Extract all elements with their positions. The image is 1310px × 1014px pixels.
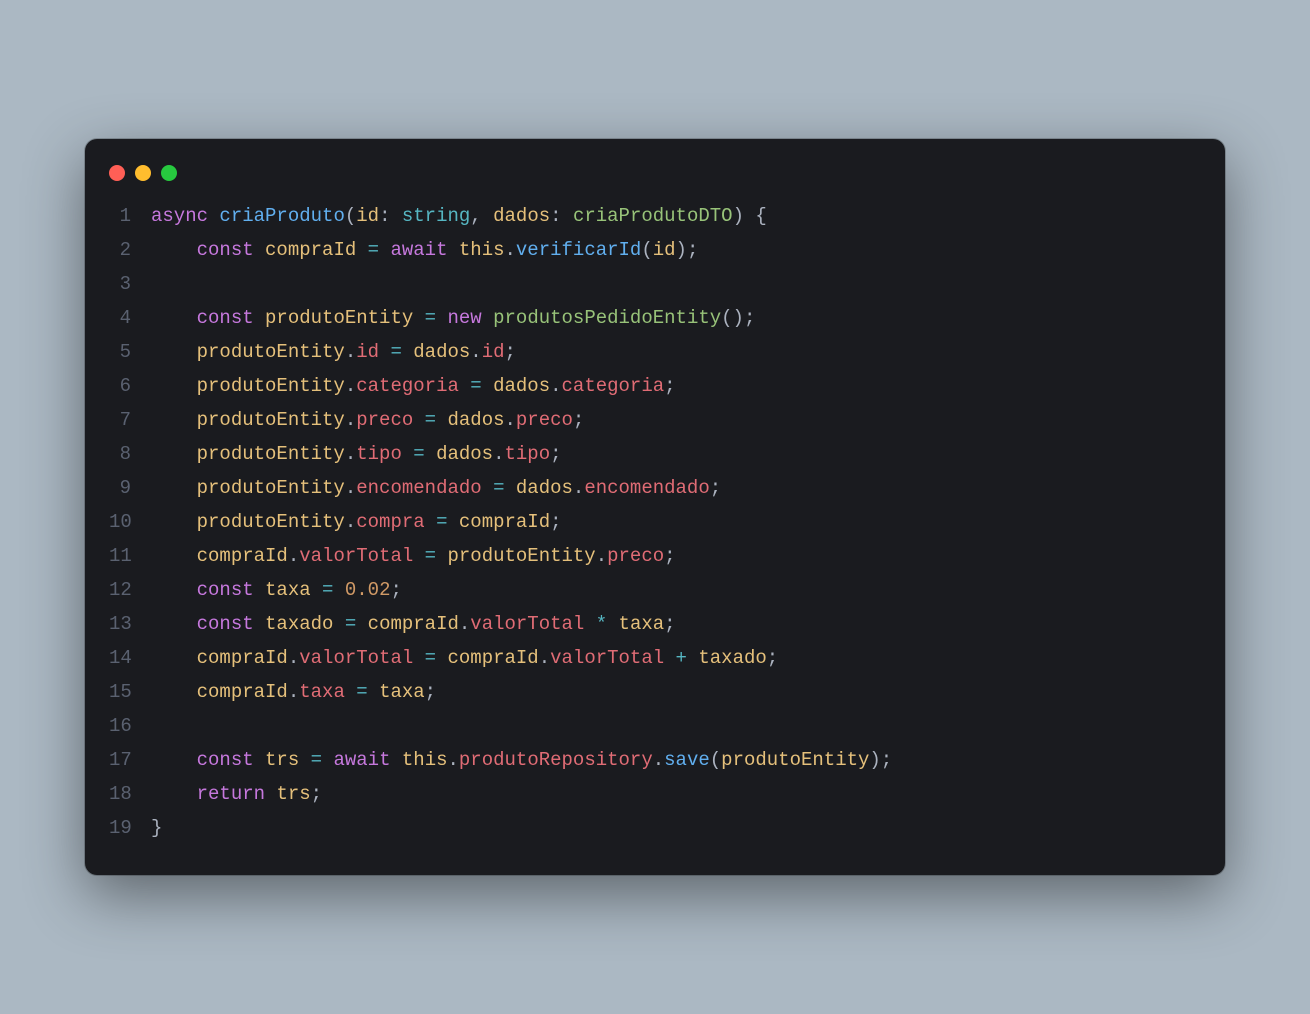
code-line[interactable]: produtoEntity.categoria = dados.categori… — [151, 369, 892, 403]
line-number: 16 — [109, 709, 131, 743]
line-number: 9 — [109, 471, 131, 505]
code-line[interactable]: const taxa = 0.02; — [151, 573, 892, 607]
code-line[interactable]: return trs; — [151, 777, 892, 811]
line-number: 4 — [109, 301, 131, 335]
code-line[interactable]: compraId.taxa = taxa; — [151, 675, 892, 709]
line-number: 2 — [109, 233, 131, 267]
code-line[interactable]: } — [151, 811, 892, 845]
code-line[interactable]: compraId.valorTotal = produtoEntity.prec… — [151, 539, 892, 573]
line-number: 5 — [109, 335, 131, 369]
maximize-icon[interactable] — [161, 165, 177, 181]
code-line[interactable]: produtoEntity.encomendado = dados.encome… — [151, 471, 892, 505]
line-number: 12 — [109, 573, 131, 607]
code-window: 12345678910111213141516171819 async cria… — [85, 139, 1225, 875]
line-number: 13 — [109, 607, 131, 641]
code-line[interactable]: compraId.valorTotal = compraId.valorTota… — [151, 641, 892, 675]
code-line[interactable]: produtoEntity.tipo = dados.tipo; — [151, 437, 892, 471]
minimize-icon[interactable] — [135, 165, 151, 181]
line-number: 19 — [109, 811, 131, 845]
close-icon[interactable] — [109, 165, 125, 181]
code-line[interactable]: produtoEntity.id = dados.id; — [151, 335, 892, 369]
code-line[interactable] — [151, 709, 892, 743]
code-line[interactable]: produtoEntity.compra = compraId; — [151, 505, 892, 539]
line-number: 10 — [109, 505, 131, 539]
line-number: 3 — [109, 267, 131, 301]
line-number-gutter: 12345678910111213141516171819 — [109, 199, 151, 845]
code-line[interactable]: const produtoEntity = new produtosPedido… — [151, 301, 892, 335]
line-number: 11 — [109, 539, 131, 573]
code-line[interactable]: const compraId = await this.verificarId(… — [151, 233, 892, 267]
line-number: 7 — [109, 403, 131, 437]
code-content[interactable]: async criaProduto(id: string, dados: cri… — [151, 199, 892, 845]
code-line[interactable]: async criaProduto(id: string, dados: cri… — [151, 199, 892, 233]
code-line[interactable]: const trs = await this.produtoRepository… — [151, 743, 892, 777]
window-titlebar — [85, 163, 1225, 199]
line-number: 18 — [109, 777, 131, 811]
code-editor[interactable]: 12345678910111213141516171819 async cria… — [85, 199, 1225, 845]
code-line[interactable] — [151, 267, 892, 301]
code-line[interactable]: produtoEntity.preco = dados.preco; — [151, 403, 892, 437]
line-number: 17 — [109, 743, 131, 777]
line-number: 14 — [109, 641, 131, 675]
line-number: 6 — [109, 369, 131, 403]
code-line[interactable]: const taxado = compraId.valorTotal * tax… — [151, 607, 892, 641]
line-number: 8 — [109, 437, 131, 471]
line-number: 15 — [109, 675, 131, 709]
line-number: 1 — [109, 199, 131, 233]
